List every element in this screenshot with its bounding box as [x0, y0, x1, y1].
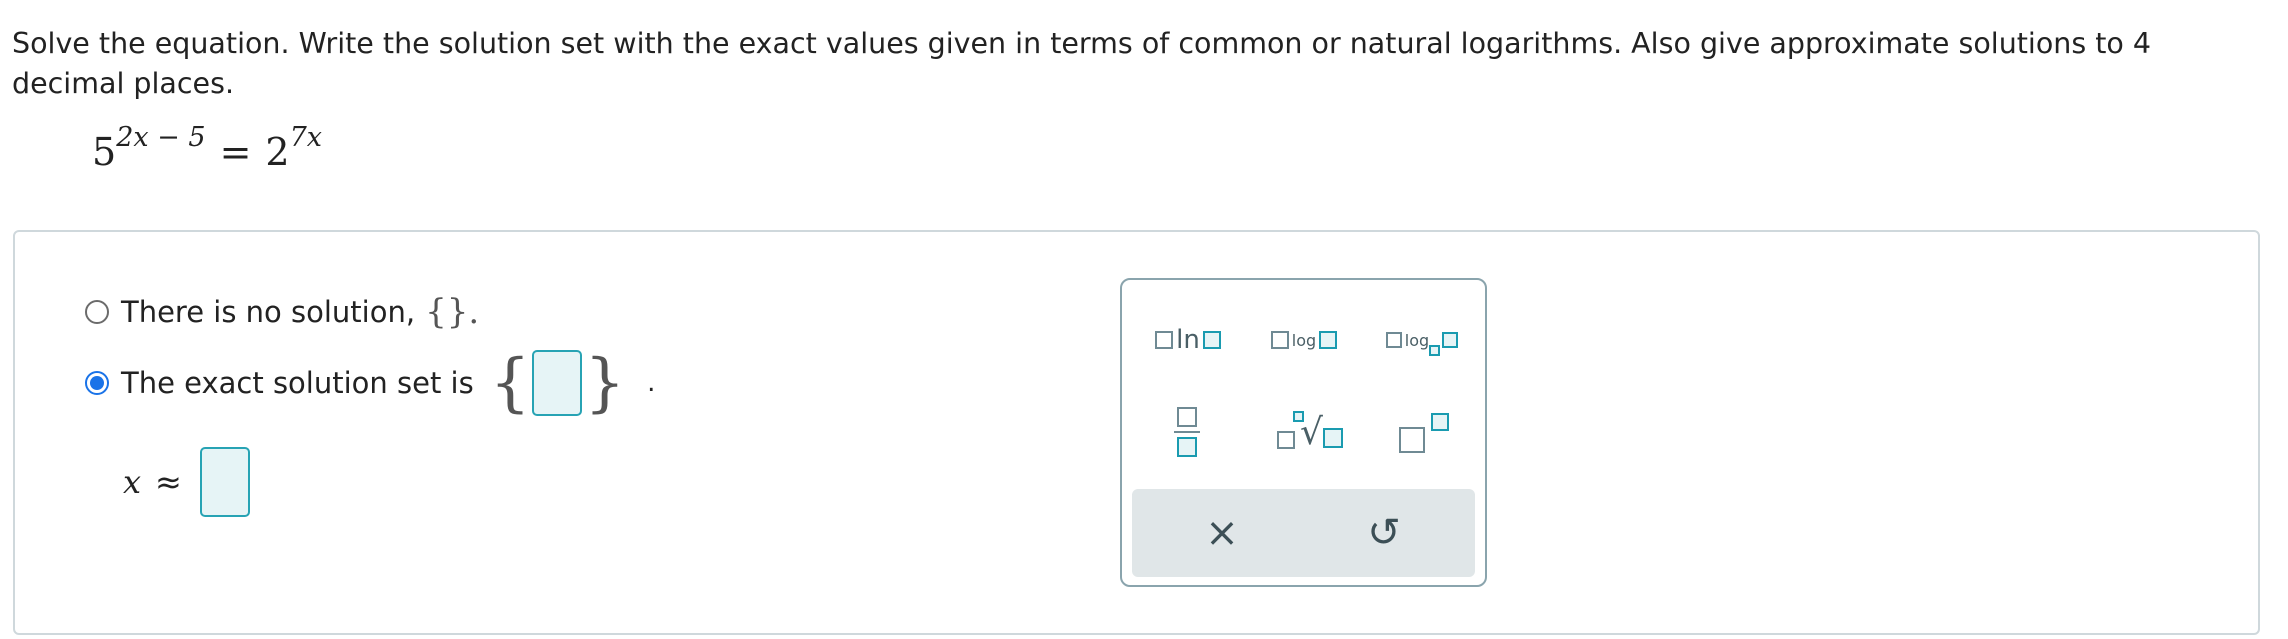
open-brace: {	[489, 346, 531, 420]
choice-no-solution[interactable]: There is no solution, {}.	[85, 292, 479, 332]
radio-no-solution[interactable]	[85, 300, 109, 324]
radio-solution-set[interactable]	[85, 371, 109, 395]
approx-input[interactable]	[199, 447, 250, 517]
fraction-button[interactable]	[1162, 400, 1212, 464]
base-placeholder-icon	[1429, 344, 1441, 356]
approx-variable: x	[123, 463, 142, 501]
root-index-icon	[1293, 410, 1305, 422]
numerator-icon	[1177, 407, 1197, 427]
placeholder-icon	[1155, 331, 1174, 349]
clear-icon[interactable]: ×	[1192, 503, 1252, 563]
exponent-button[interactable]	[1394, 402, 1454, 462]
log-button[interactable]: log	[1264, 320, 1344, 360]
power-icon	[1431, 413, 1449, 431]
choice-solution-set[interactable]: The exact solution set is { } .	[85, 350, 655, 416]
rhs-base: 2	[265, 130, 290, 174]
ln-label: ln	[1176, 325, 1200, 355]
log-base-button[interactable]: log	[1382, 320, 1462, 360]
equals-sign: =	[219, 130, 252, 174]
empty-set-symbol: {}.	[425, 292, 480, 332]
lhs-base: 5	[92, 130, 117, 174]
radicand-icon	[1322, 428, 1343, 448]
placeholder-icon	[1319, 331, 1338, 349]
choice-no-solution-label: There is no solution,	[121, 295, 416, 329]
log-label: log	[1291, 330, 1317, 350]
exact-solution-input[interactable]	[532, 350, 583, 416]
fraction-bar	[1174, 431, 1200, 433]
placeholder-icon	[1385, 332, 1402, 348]
period: .	[647, 368, 656, 398]
placeholder-icon	[1442, 332, 1459, 348]
root-coefficient-icon	[1277, 431, 1296, 449]
placeholder-icon	[1202, 331, 1221, 349]
placeholder-icon	[1270, 331, 1289, 349]
nth-root-button[interactable]: √	[1270, 402, 1350, 462]
undo-icon[interactable]: ↺	[1354, 503, 1414, 563]
palette-footer: × ↺	[1132, 489, 1475, 577]
rhs-exponent: 7x	[289, 122, 322, 153]
denominator-icon	[1177, 437, 1197, 457]
close-brace: }	[584, 346, 626, 420]
log-base-label: log	[1404, 330, 1430, 350]
ln-button[interactable]: ln	[1148, 320, 1228, 360]
math-palette: ln log log √ × ↺	[1120, 278, 1487, 587]
lhs-exponent: 2x − 5	[116, 122, 206, 153]
question-prompt: Solve the equation. Write the solution s…	[12, 27, 2152, 100]
approx-row: x ≈	[123, 447, 250, 517]
choice-solution-set-label: The exact solution set is	[121, 366, 474, 400]
equation: 52x − 5 = 27x	[92, 122, 322, 174]
base-icon	[1399, 427, 1425, 453]
approx-symbol: ≈	[155, 463, 182, 501]
